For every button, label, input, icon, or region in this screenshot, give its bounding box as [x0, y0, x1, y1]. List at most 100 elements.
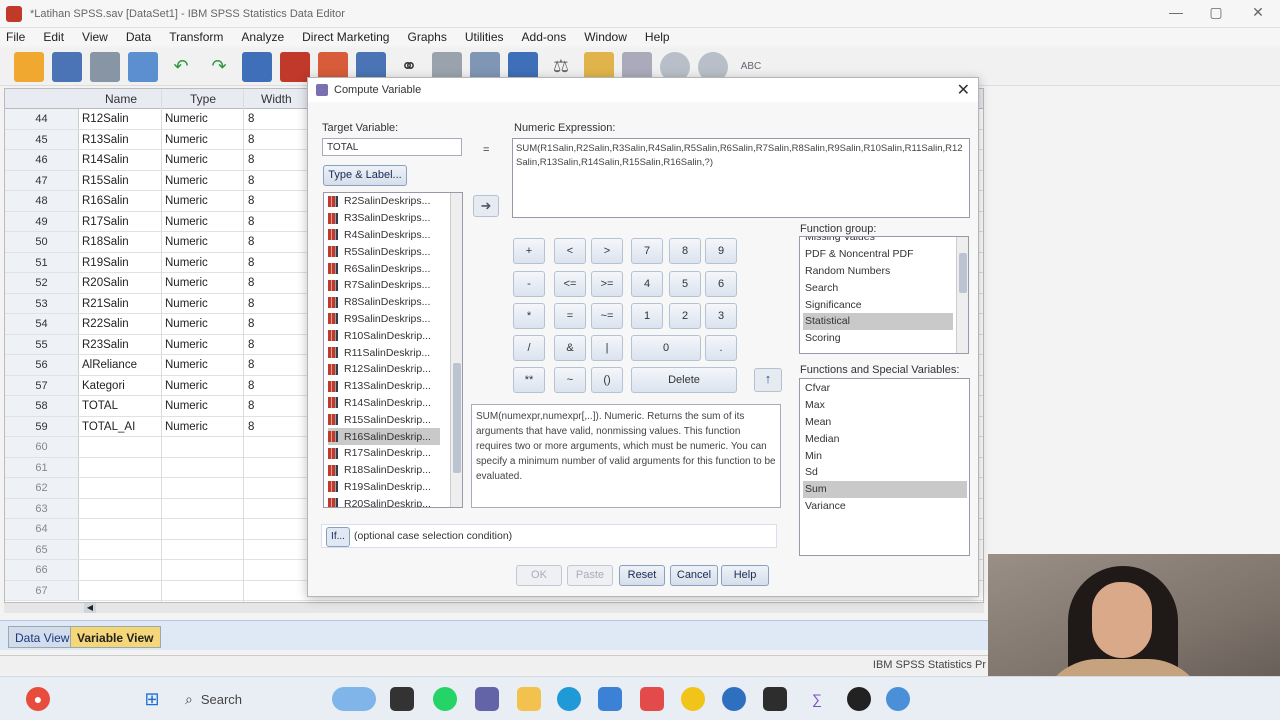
cell-width[interactable]: 8 — [248, 134, 254, 146]
cell-width[interactable]: 8 — [248, 339, 254, 351]
row-number[interactable]: 64 — [5, 519, 79, 539]
functions-list[interactable]: Cfvar Max Mean Median Min Sd Sum Variance — [799, 378, 970, 556]
teams-icon[interactable] — [475, 687, 499, 711]
file-explorer-icon[interactable] — [390, 687, 414, 711]
cell-width[interactable]: 8 — [248, 236, 254, 248]
keypad-key[interactable]: 9 — [705, 238, 737, 264]
cell-name[interactable]: TOTAL_AI — [82, 421, 135, 433]
cell-type[interactable]: Numeric — [165, 113, 208, 125]
col-header-width[interactable]: Width — [261, 92, 292, 106]
row-number[interactable]: 53 — [5, 293, 79, 313]
row-number[interactable]: 60 — [5, 437, 79, 457]
undo-icon[interactable]: ↶ — [166, 52, 196, 82]
spss-icon[interactable] — [886, 687, 910, 711]
tab-variable-view[interactable]: Variable View — [70, 626, 161, 648]
mathtype-icon[interactable]: ∑ — [805, 687, 829, 711]
menu-graphs[interactable]: Graphs — [407, 30, 446, 44]
cell-width[interactable]: 8 — [248, 318, 254, 330]
menu-utilities[interactable]: Utilities — [465, 30, 504, 44]
keypad-key[interactable]: ** — [513, 367, 545, 393]
cell-width[interactable]: 8 — [248, 277, 254, 289]
spreadsheet-icon[interactable] — [763, 687, 787, 711]
cell-type[interactable]: Numeric — [165, 277, 208, 289]
keypad-key[interactable]: ~ — [554, 367, 586, 393]
cell-name[interactable]: R23Salin — [82, 339, 129, 351]
save-icon[interactable] — [52, 51, 82, 82]
cell-type[interactable]: Numeric — [165, 154, 208, 166]
cell-name[interactable]: R16Salin — [82, 195, 129, 207]
cell-name[interactable]: TOTAL — [82, 400, 118, 412]
cell-name[interactable]: R20Salin — [82, 277, 129, 289]
row-number[interactable]: 66 — [5, 560, 79, 580]
help-button[interactable]: Help — [721, 565, 769, 586]
row-number[interactable]: 58 — [5, 396, 79, 416]
cell-name[interactable]: R18Salin — [82, 236, 129, 248]
taskbar-search[interactable]: ⌕ Search — [175, 686, 335, 712]
whatsapp-icon[interactable] — [433, 687, 457, 711]
cell-type[interactable]: Numeric — [165, 400, 208, 412]
cell-name[interactable]: R14Salin — [82, 154, 129, 166]
function-item[interactable]: Variance — [803, 498, 846, 515]
row-number[interactable]: 46 — [5, 150, 79, 170]
keypad-key[interactable]: 4 — [631, 271, 663, 297]
row-number[interactable]: 44 — [5, 109, 79, 129]
row-number[interactable]: 57 — [5, 375, 79, 395]
keypad-key[interactable]: 6 — [705, 271, 737, 297]
menu-edit[interactable]: Edit — [43, 30, 64, 44]
function-item[interactable]: Max — [803, 397, 825, 414]
function-item[interactable]: Min — [803, 447, 822, 464]
cell-type[interactable]: Numeric — [165, 175, 208, 187]
variable-list-item[interactable]: R11SalinDeskrip... — [328, 344, 430, 361]
menu-help[interactable]: Help — [645, 30, 670, 44]
cell-width[interactable]: 8 — [248, 154, 254, 166]
keypad-key[interactable]: 1 — [631, 303, 663, 329]
keypad-key[interactable]: < — [554, 238, 586, 264]
scroll-thumb[interactable] — [453, 363, 461, 473]
variable-list-item[interactable]: R9SalinDeskrips... — [328, 311, 430, 328]
menu-view[interactable]: View — [82, 30, 108, 44]
keypad-key[interactable]: 0 — [631, 335, 701, 361]
keypad-key[interactable]: ~= — [591, 303, 623, 329]
variable-list-item[interactable]: R14SalinDeskrip... — [328, 395, 431, 412]
app-icon[interactable] — [722, 687, 746, 711]
source-variable-list[interactable]: R2SalinDeskrips... R3SalinDeskrips... R4Sa… — [323, 192, 463, 508]
row-number[interactable]: 63 — [5, 498, 79, 518]
keypad-key[interactable]: & — [554, 335, 586, 361]
cell-name[interactable]: R15Salin — [82, 175, 129, 187]
start-icon[interactable]: ⊞ — [140, 687, 164, 711]
close-window-button[interactable]: ✕ — [1238, 4, 1278, 24]
menu-data[interactable]: Data — [126, 30, 151, 44]
minimize-button[interactable]: — — [1156, 4, 1196, 24]
function-item[interactable]: Sum — [803, 480, 967, 498]
keypad-key[interactable]: / — [513, 335, 545, 361]
cell-type[interactable]: Numeric — [165, 359, 208, 371]
keypad-key[interactable]: 3 — [705, 303, 737, 329]
variable-list-item[interactable]: R3SalinDeskrips... — [328, 210, 430, 227]
keypad-key[interactable]: 2 — [669, 303, 701, 329]
function-group-item[interactable]: Search — [803, 279, 838, 296]
if-button[interactable]: If... — [326, 527, 350, 547]
function-group-item[interactable]: Random Numbers — [803, 263, 890, 280]
target-variable-input[interactable]: TOTAL — [322, 138, 462, 156]
function-group-list[interactable]: Missing Values PDF & Noncentral PDF Random… — [799, 236, 969, 354]
row-number[interactable]: 47 — [5, 170, 79, 190]
variable-list-item[interactable]: R6SalinDeskrips... — [328, 260, 430, 277]
cell-width[interactable]: 8 — [248, 175, 254, 187]
move-function-up-icon[interactable]: ↑ — [754, 368, 782, 392]
folder-icon[interactable] — [517, 687, 541, 711]
type-label-button[interactable]: Type & Label... — [323, 165, 407, 186]
row-number[interactable]: 59 — [5, 416, 79, 436]
chrome-icon[interactable] — [681, 687, 705, 711]
obs-icon[interactable] — [847, 687, 871, 711]
col-header-type[interactable]: Type — [190, 92, 216, 106]
keypad-key[interactable]: + — [513, 238, 545, 264]
row-number[interactable]: 45 — [5, 129, 79, 149]
row-number[interactable]: 61 — [5, 457, 79, 477]
maximize-button[interactable]: ▢ — [1196, 4, 1236, 24]
edge-icon[interactable] — [557, 687, 581, 711]
cell-type[interactable]: Numeric — [165, 257, 208, 269]
variable-list-item[interactable]: R4SalinDeskrips... — [328, 227, 430, 244]
cell-name[interactable]: Kategori — [82, 380, 125, 392]
menu-file[interactable]: File — [6, 30, 25, 44]
menu-addons[interactable]: Add-ons — [522, 30, 567, 44]
